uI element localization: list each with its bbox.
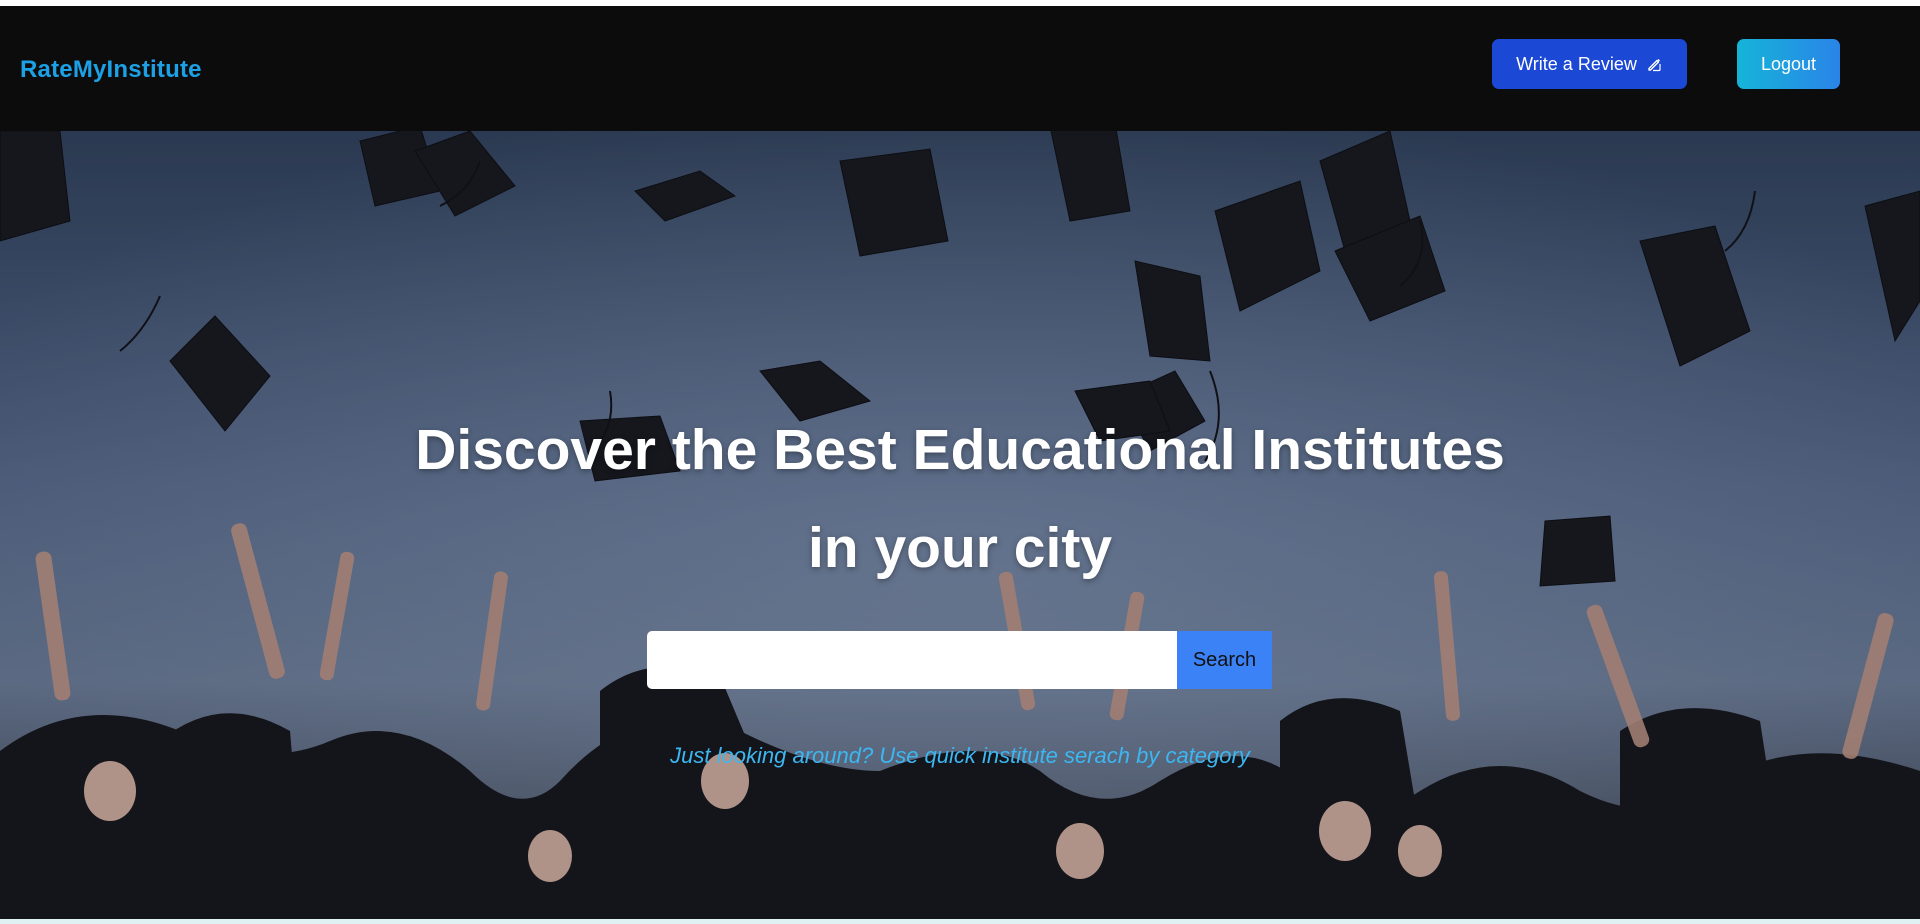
hero-section: Discover the Best Educational Institutes…: [0, 131, 1920, 919]
search-input[interactable]: [647, 631, 1177, 689]
brand-logo[interactable]: RateMyInstitute: [20, 56, 202, 84]
search-button[interactable]: Search: [1177, 631, 1272, 689]
hero-title: Discover the Best Educational Institutes…: [0, 401, 1920, 597]
navbar: RateMyInstitute Write a Review Logout: [0, 6, 1920, 131]
logout-button[interactable]: Logout: [1737, 39, 1840, 89]
edit-icon: [1648, 59, 1661, 72]
page: RateMyInstitute Write a Review Logout Di…: [0, 0, 1920, 924]
hero-title-line1: Discover the Best Educational Institutes: [415, 418, 1505, 482]
write-review-label: Write a Review: [1516, 53, 1637, 74]
hero-title-line2: in your city: [807, 516, 1113, 580]
write-review-button[interactable]: Write a Review: [1492, 39, 1687, 89]
bottom-divider: [0, 919, 1920, 924]
quick-category-search-link[interactable]: Just looking around? Use quick institute…: [0, 743, 1920, 769]
logout-label: Logout: [1760, 53, 1817, 74]
